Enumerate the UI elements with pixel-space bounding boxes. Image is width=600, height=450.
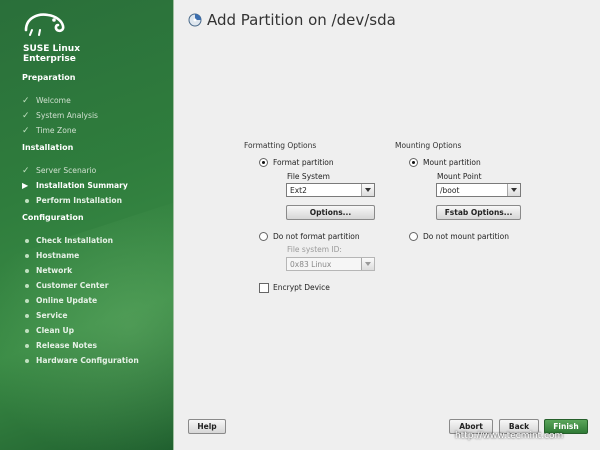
step-perform-installation: Perform Installation <box>36 196 122 205</box>
step-welcome: Welcome <box>36 96 71 105</box>
suse-chameleon-logo-icon <box>24 13 65 36</box>
step-customer-center: Customer Center <box>36 281 109 290</box>
step-service: Service <box>36 311 68 320</box>
help-button[interactable]: Help <box>188 419 226 434</box>
mount-partition-radio[interactable] <box>409 158 418 167</box>
do-not-format-label[interactable]: Do not format partition <box>273 232 360 241</box>
brand-name: SUSE Linux Enterprise <box>23 44 80 64</box>
chevron-down-icon[interactable] <box>361 258 374 270</box>
file-system-combo[interactable]: Ext2 <box>286 183 375 197</box>
step-system-analysis: System Analysis <box>36 111 99 120</box>
do-not-format-radio[interactable] <box>259 232 268 241</box>
bullet-icon <box>25 314 29 318</box>
bullet-icon <box>25 344 29 348</box>
bullet-icon <box>25 299 29 303</box>
section-configuration: Configuration <box>22 213 84 222</box>
page-title: Add Partition on /dev/sda <box>207 11 396 29</box>
encrypt-device-label[interactable]: Encrypt Device <box>273 283 330 292</box>
options-button[interactable]: Options... <box>286 205 375 220</box>
bullet-icon <box>25 284 29 288</box>
file-system-label: File System <box>287 172 330 181</box>
sidebar: SUSE Linux Enterprise Preparation ✓ Welc… <box>0 0 174 450</box>
step-hostname: Hostname <box>36 251 80 260</box>
check-icon: ✓ <box>22 166 30 176</box>
format-partition-radio[interactable] <box>259 158 268 167</box>
bullet-icon <box>25 199 29 203</box>
step-time-zone: Time Zone <box>36 126 77 135</box>
file-system-id-combo[interactable]: 0x83 Linux <box>286 257 375 271</box>
bullet-icon <box>25 269 29 273</box>
installer-window: SUSE Linux Enterprise Preparation ✓ Welc… <box>0 0 600 450</box>
step-clean-up: Clean Up <box>36 326 75 335</box>
step-network: Network <box>36 266 73 275</box>
bullet-icon <box>25 329 29 333</box>
bullet-icon <box>25 254 29 258</box>
format-partition-label[interactable]: Format partition <box>273 158 334 167</box>
mount-point-label: Mount Point <box>437 172 482 181</box>
chevron-down-icon[interactable] <box>507 184 520 196</box>
encrypt-device-checkbox[interactable] <box>259 283 269 293</box>
bullet-icon <box>25 359 29 363</box>
step-release-notes: Release Notes <box>36 341 98 350</box>
file-system-id-label: File system ID: <box>287 245 342 254</box>
file-system-value: Ext2 <box>290 186 307 195</box>
section-installation: Installation <box>22 143 74 152</box>
step-hardware-configuration: Hardware Configuration <box>36 356 139 365</box>
step-server-scenario: Server Scenario <box>36 166 97 175</box>
formatting-options-label: Formatting Options <box>244 141 317 150</box>
step-installation-summary: Installation Summary <box>36 181 128 190</box>
check-icon: ✓ <box>22 96 30 106</box>
do-not-mount-label[interactable]: Do not mount partition <box>423 232 509 241</box>
mount-point-combo[interactable]: /boot <box>436 183 521 197</box>
fstab-options-button[interactable]: Fstab Options... <box>436 205 521 220</box>
file-system-id-value: 0x83 Linux <box>290 260 332 269</box>
bullet-icon <box>25 239 29 243</box>
chevron-down-icon[interactable] <box>361 184 374 196</box>
mount-point-value: /boot <box>440 186 460 195</box>
do-not-mount-radio[interactable] <box>409 232 418 241</box>
mount-partition-label[interactable]: Mount partition <box>423 158 481 167</box>
check-icon: ✓ <box>22 126 30 136</box>
mounting-options-label: Mounting Options <box>395 141 462 150</box>
partition-disk-icon <box>188 13 202 27</box>
watermark-url: http://www.tecmint.com <box>455 431 564 441</box>
step-online-update: Online Update <box>36 296 98 305</box>
section-preparation: Preparation <box>22 73 76 82</box>
check-icon: ✓ <box>22 111 30 121</box>
current-step-arrow-icon: ▶ <box>22 181 29 190</box>
step-check-installation: Check Installation <box>36 236 114 245</box>
